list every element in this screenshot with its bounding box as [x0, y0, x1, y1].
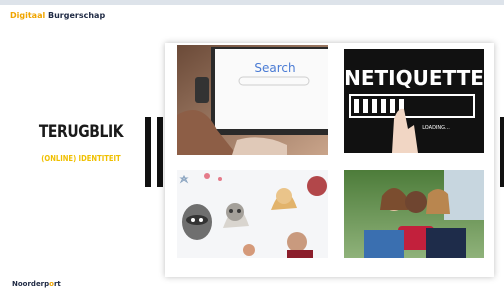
- meme-stickers-image: [177, 170, 328, 258]
- brand-part2: Burgerschap: [48, 11, 106, 20]
- footer-part3: rt: [53, 280, 61, 288]
- selfie-image: [344, 170, 484, 258]
- loading-text: LOADING...: [422, 125, 450, 131]
- divider-bar-right: [157, 117, 163, 187]
- slide-title: TERUGBLIK: [38, 122, 124, 142]
- brand-logo: Digitaal Burgerschap: [10, 11, 105, 20]
- footer-logo: Noorderport: [12, 280, 61, 288]
- divider-bar-edge: [500, 117, 504, 187]
- search-word: Search: [254, 61, 295, 75]
- search-image: Search: [177, 45, 328, 155]
- divider-bar-left: [145, 117, 151, 187]
- slide: Digitaal Burgerschap TERUGBLIK (ONLINE) …: [0, 5, 504, 288]
- footer-part1: Noorderp: [12, 280, 50, 288]
- netiquette-word: NETIQUETTE: [344, 66, 484, 90]
- slide-subtitle: (ONLINE) IDENTITEIT: [41, 154, 121, 163]
- netiquette-image: NETIQUETTE LOADING...: [344, 49, 484, 153]
- brand-part1: Digitaal: [10, 11, 46, 20]
